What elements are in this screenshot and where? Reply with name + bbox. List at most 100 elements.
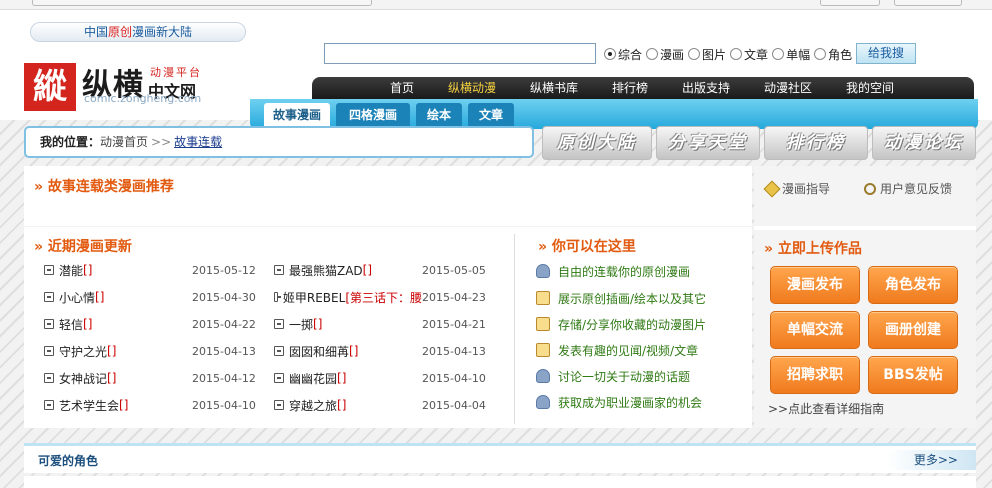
update-item-chapter[interactable]: [] <box>95 290 104 304</box>
slogan-part: 中国 <box>83 25 108 39</box>
update-item-chapter[interactable]: [] <box>363 263 372 277</box>
tab-article[interactable]: 文章 <box>468 103 514 127</box>
detailed-guide-link[interactable]: >>点此查看详细指南 <box>768 400 884 417</box>
publish-character-button[interactable]: 角色发布 <box>868 266 958 304</box>
nav-community[interactable]: 动漫社区 <box>764 77 812 99</box>
can-item[interactable]: 展示原创插画/绘本以及其它 <box>536 287 706 309</box>
update-item-name[interactable]: 囡囡和细苒 <box>289 343 349 360</box>
single-exchange-button[interactable]: 单幅交流 <box>770 311 860 349</box>
publish-comic-button[interactable]: 漫画发布 <box>770 266 860 304</box>
header: 中国原创漫画新大陆 縱 纵横 动漫平台 中文网 comic.zongheng.c… <box>0 10 992 129</box>
update-item-name[interactable]: 小心情 <box>59 289 95 306</box>
update-item-name[interactable]: 最强熊猫ZAD <box>289 262 363 279</box>
update-item-name[interactable]: 一掷 <box>289 316 313 333</box>
update-item-chapter[interactable]: [] <box>313 317 322 331</box>
bigtab-forum[interactable]: 动漫论坛 <box>872 126 976 160</box>
update-item-chapter[interactable]: [] <box>83 317 92 331</box>
comic-guide-label[interactable]: 漫画指导 <box>782 180 830 197</box>
update-item-name[interactable]: 姬甲REBEL <box>283 289 345 306</box>
nav-zongheng-comic[interactable]: 纵横动漫 <box>448 77 496 99</box>
divider <box>24 226 752 227</box>
update-item-chapter[interactable]: [] <box>349 344 358 358</box>
nav-ranking[interactable]: 排行榜 <box>612 77 648 99</box>
update-item-name[interactable]: 潜能 <box>59 262 83 279</box>
recommend-title: » 故事连载类漫画推荐 <box>34 179 174 195</box>
search-option-character[interactable]: 角色 <box>814 46 852 63</box>
tab-four-panel[interactable]: 四格漫画 <box>336 103 410 127</box>
can-item[interactable]: 获取成为职业漫画家的机会 <box>536 391 702 413</box>
feedback-label[interactable]: 用户意见反馈 <box>880 180 952 197</box>
update-item-chapter[interactable]: [] <box>119 398 128 412</box>
recruit-button[interactable]: 招聘求职 <box>770 356 860 394</box>
bigtab-ranking[interactable]: 排行榜 <box>764 126 868 160</box>
can-item-label[interactable]: 讨论一切关于动漫的话题 <box>558 368 690 385</box>
update-item[interactable]: 小心情[] <box>44 287 104 307</box>
update-item-chapter[interactable]: [] <box>337 398 346 412</box>
main-content: » 故事连载类漫画推荐 » 近期漫画更新 潜能[] 2015-05-12 小心情… <box>24 166 752 428</box>
create-album-button[interactable]: 画册创建 <box>868 311 958 349</box>
update-item[interactable]: 穿越之旅[] <box>274 395 346 415</box>
search-option-single[interactable]: 单幅 <box>772 46 810 63</box>
update-item-chapter[interactable]: [] <box>337 371 346 385</box>
feedback-link[interactable]: 用户意见反馈 <box>864 180 952 197</box>
can-item[interactable]: 自由的连载你的原创漫画 <box>536 260 690 282</box>
search-input[interactable] <box>324 43 596 64</box>
can-item-label[interactable]: 获取成为职业漫画家的机会 <box>558 394 702 411</box>
lock-icon <box>536 317 550 331</box>
update-item-name[interactable]: 轻信 <box>59 316 83 333</box>
search-type-options: 综合 漫画 图片 文章 单幅 角色 <box>604 45 856 63</box>
can-item[interactable]: 存储/分享你收藏的动漫图片 <box>536 313 706 335</box>
search-option-all[interactable]: 综合 <box>604 46 642 63</box>
can-item-label[interactable]: 发表有趣的见闻/视频/文章 <box>558 342 698 359</box>
search-option-image[interactable]: 图片 <box>688 46 726 63</box>
update-item[interactable]: 轻信[] <box>44 314 92 334</box>
search-option-comic[interactable]: 漫画 <box>646 46 684 63</box>
can-item-label[interactable]: 自由的连载你的原创漫画 <box>558 263 690 280</box>
update-item-name[interactable]: 穿越之旅 <box>289 397 337 414</box>
breadcrumb-home-link[interactable]: 动漫首页 <box>100 135 148 149</box>
update-item[interactable]: 女神战记[] <box>44 368 116 388</box>
update-item-chapter[interactable]: [第三话下：腰 <box>345 289 422 306</box>
update-item-chapter[interactable]: [] <box>107 344 116 358</box>
top-strip <box>0 0 992 10</box>
update-item[interactable]: 守护之光[] <box>44 341 116 361</box>
user-icon <box>536 395 550 409</box>
can-item[interactable]: 发表有趣的见闻/视频/文章 <box>536 339 698 361</box>
search-option-article[interactable]: 文章 <box>730 46 768 63</box>
update-item-name[interactable]: 女神战记 <box>59 370 107 387</box>
comic-icon <box>274 292 281 302</box>
can-item-label[interactable]: 展示原创插画/绘本以及其它 <box>558 290 706 307</box>
can-item[interactable]: 讨论一切关于动漫的话题 <box>536 365 690 387</box>
picture-icon <box>536 291 550 305</box>
update-item-name[interactable]: 艺术学生会 <box>59 397 119 414</box>
more-link[interactable]: 更多>> <box>886 450 976 470</box>
tab-story-comic[interactable]: 故事漫画 <box>264 103 330 127</box>
update-item-chapter[interactable]: [] <box>107 371 116 385</box>
site-logo[interactable]: 縱 纵横 动漫平台 中文网 comic.zongheng.com <box>24 54 224 116</box>
update-item[interactable]: 一掷[] <box>274 314 322 334</box>
comic-guide-link[interactable]: 漫画指导 <box>763 180 830 197</box>
update-item[interactable]: 最强熊猫ZAD[] <box>274 260 372 280</box>
update-item-name[interactable]: 幽幽花园 <box>289 370 337 387</box>
nav-library[interactable]: 纵横书库 <box>530 77 578 99</box>
video-icon <box>536 343 550 357</box>
update-item[interactable]: 幽幽花园[] <box>274 368 346 388</box>
nav-home[interactable]: 首页 <box>390 77 414 99</box>
bigtab-original-land[interactable]: 原创大陆 <box>542 126 652 160</box>
update-item[interactable]: 艺术学生会[] <box>44 395 128 415</box>
radio-label: 漫画 <box>660 47 685 62</box>
update-item-name[interactable]: 守护之光 <box>59 343 107 360</box>
breadcrumb-current-link[interactable]: 故事连载 <box>174 135 222 149</box>
bigtab-share-heaven[interactable]: 分享天堂 <box>656 126 760 160</box>
update-item[interactable]: 潜能[] <box>44 260 92 280</box>
update-item[interactable]: 囡囡和细苒[] <box>274 341 358 361</box>
bbs-post-button[interactable]: BBS发帖 <box>868 356 958 394</box>
can-item-label[interactable]: 存储/分享你收藏的动漫图片 <box>558 316 706 333</box>
update-item[interactable]: 姬甲REBEL [第三话下：腰 <box>274 287 422 307</box>
search-button[interactable]: 给我搜 <box>856 43 916 64</box>
nav-publishing[interactable]: 出版支持 <box>682 77 730 99</box>
update-item-chapter[interactable]: [] <box>83 263 92 277</box>
nav-my-space[interactable]: 我的空间 <box>846 77 894 99</box>
tab-picture-book[interactable]: 绘本 <box>416 103 462 127</box>
divider <box>754 226 976 230</box>
